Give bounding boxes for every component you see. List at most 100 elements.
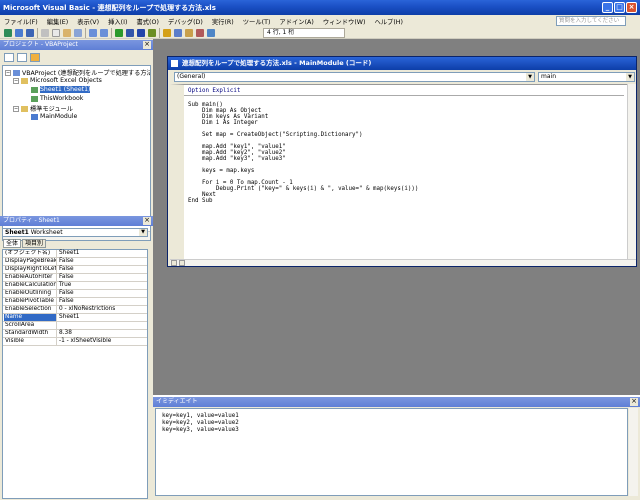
expander-icon[interactable]: − [5, 69, 11, 76]
tree-node-mainmodule[interactable]: MainModule [31, 113, 77, 120]
property-name: DisplayRightToLeft [5, 266, 57, 273]
property-row[interactable]: Name Sheet1 [3, 314, 147, 322]
reset-icon[interactable] [137, 29, 145, 37]
tree-node-label: Microsoft Excel Objects [30, 77, 102, 84]
menu-addins[interactable]: アドイン(A) [279, 17, 313, 26]
undo-icon[interactable] [89, 29, 97, 37]
property-value[interactable]: -1 - xlSheetVisible [59, 338, 111, 345]
tree-node-thisworkbook[interactable]: ThisWorkbook [31, 95, 83, 102]
menu-file[interactable]: ファイル(F) [4, 17, 38, 26]
code-line: Debug.Print ("key=" & keys(i) & ", value… [188, 186, 419, 192]
window-title: Microsoft Visual Basic - 連想配列をループで処理する方法… [3, 3, 216, 12]
property-row[interactable]: EnableOutlining False [3, 290, 147, 298]
code-window: 連想配列をループで処理する方法.xls - MainModule (コード) (… [167, 56, 637, 267]
expander-icon[interactable]: − [13, 105, 19, 112]
property-row[interactable]: EnableCalculation True [3, 282, 147, 290]
view-excel-icon[interactable] [4, 29, 12, 37]
expander-icon[interactable]: − [13, 77, 19, 84]
code-editor[interactable]: Option Explicit Sub main() Dim map As Ob… [170, 84, 627, 259]
immediate-close-icon[interactable]: × [630, 398, 638, 406]
property-value[interactable]: Sheet1 [59, 314, 79, 321]
insert-module-icon[interactable] [15, 29, 23, 37]
object-browser-icon[interactable] [185, 29, 193, 37]
view-object-icon[interactable] [17, 53, 27, 62]
cut-icon[interactable] [41, 29, 49, 37]
menu-window[interactable]: ウィンドウ(W) [323, 17, 366, 26]
redo-icon[interactable] [100, 29, 108, 37]
code-vscrollbar[interactable] [627, 84, 636, 259]
menu-debug[interactable]: デバッグ(D) [168, 17, 203, 26]
property-name: EnableAutoFilter [4, 274, 57, 281]
immediate-vscrollbar[interactable] [629, 408, 638, 496]
property-row[interactable]: ScrollArea [3, 322, 147, 330]
menu-help[interactable]: ヘルプ(H) [374, 17, 403, 26]
toggle-folders-icon[interactable] [30, 53, 40, 62]
property-row[interactable]: StandardWidth 8.38 [3, 330, 147, 338]
tree-node-excel-objects[interactable]: − Microsoft Excel Objects [13, 77, 102, 84]
tab-alphabetic[interactable]: 全体 [3, 239, 22, 248]
tab-categorized[interactable]: 項目別 [22, 239, 47, 248]
property-value[interactable]: False [59, 298, 74, 305]
menu-edit[interactable]: 編集(E) [47, 17, 69, 26]
property-value[interactable]: False [59, 274, 74, 281]
property-value[interactable]: 8.38 [59, 330, 72, 337]
object-combo[interactable]: (General) ▼ [174, 72, 535, 82]
project-explorer-icon[interactable] [163, 29, 171, 37]
chevron-down-icon[interactable]: ▼ [626, 73, 634, 81]
property-row[interactable]: (オブジェクト名) Sheet1 [3, 250, 147, 258]
find-icon[interactable] [74, 29, 82, 37]
code-window-title-text: 連想配列をループで処理する方法.xls - MainModule (コード) [182, 59, 372, 67]
chevron-down-icon[interactable]: ▼ [526, 73, 534, 81]
tree-node-sheet1[interactable]: Sheet1 (Sheet1) [31, 86, 91, 93]
properties-close-icon[interactable]: × [143, 217, 151, 225]
save-icon[interactable] [26, 29, 34, 37]
break-icon[interactable] [126, 29, 134, 37]
property-value[interactable]: False [59, 290, 74, 297]
property-value[interactable]: True [59, 282, 71, 289]
property-row[interactable]: Visible -1 - xlSheetVisible [3, 338, 147, 346]
close-button[interactable]: × [626, 2, 637, 13]
help-icon[interactable] [207, 29, 215, 37]
property-row[interactable]: DisplayRightToLeft False [3, 266, 147, 274]
tree-node-standard-modules[interactable]: − 標準モジュール [13, 104, 73, 113]
object-type: Worksheet [30, 229, 63, 236]
property-value[interactable]: 0 - xlNoRestrictions [59, 306, 115, 313]
toolbox-icon[interactable] [196, 29, 204, 37]
menu-view[interactable]: 表示(V) [77, 17, 99, 26]
minimize-button[interactable]: _ [602, 2, 613, 13]
property-row[interactable]: EnableSelection 0 - xlNoRestrictions [3, 306, 147, 314]
design-mode-icon[interactable] [148, 29, 156, 37]
properties-object-select[interactable]: Sheet1 Worksheet ▼ [2, 228, 148, 237]
copy-icon[interactable] [52, 29, 60, 37]
property-value[interactable]: False [59, 266, 74, 273]
code-hscrollbar[interactable] [170, 259, 636, 266]
module-icon [31, 113, 38, 120]
tree-node-label: Sheet1 (Sheet1) [40, 86, 91, 93]
property-value[interactable]: False [59, 258, 74, 265]
property-row[interactable]: EnableAutoFilter False [3, 274, 147, 282]
procedure-combo[interactable]: main ▼ [538, 72, 635, 82]
chevron-down-icon[interactable]: ▼ [139, 229, 147, 236]
paste-icon[interactable] [63, 29, 71, 37]
menu-tools[interactable]: ツール(T) [243, 17, 271, 26]
property-row[interactable]: EnablePivotTable False [3, 298, 147, 306]
procedure-view-icon[interactable] [171, 260, 177, 266]
tree-node-label: MainModule [40, 113, 78, 120]
help-search-input[interactable]: 質問を入力してください [556, 16, 626, 26]
view-code-icon[interactable] [4, 53, 14, 62]
tree-node-vbaproject[interactable]: − VBAProject (連想配列をループで処理する方法 [5, 68, 150, 77]
procedure-separator [184, 95, 624, 96]
module-icon [171, 60, 178, 67]
immediate-output[interactable]: key=key1, value=value1 key=key2, value=v… [155, 408, 628, 496]
menu-insert[interactable]: 挿入(I) [108, 17, 127, 26]
project-close-icon[interactable]: × [143, 41, 151, 49]
property-name: ScrollArea [4, 322, 57, 329]
menu-format[interactable]: 書式(O) [136, 17, 158, 26]
properties-window-icon[interactable] [174, 29, 182, 37]
property-row[interactable]: DisplayPageBreaks False [3, 258, 147, 266]
property-value[interactable]: Sheet1 [59, 250, 79, 257]
maximize-button[interactable]: □ [614, 2, 625, 13]
menu-run[interactable]: 実行(R) [212, 17, 234, 26]
run-icon[interactable] [115, 29, 123, 37]
full-module-view-icon[interactable] [179, 260, 185, 266]
